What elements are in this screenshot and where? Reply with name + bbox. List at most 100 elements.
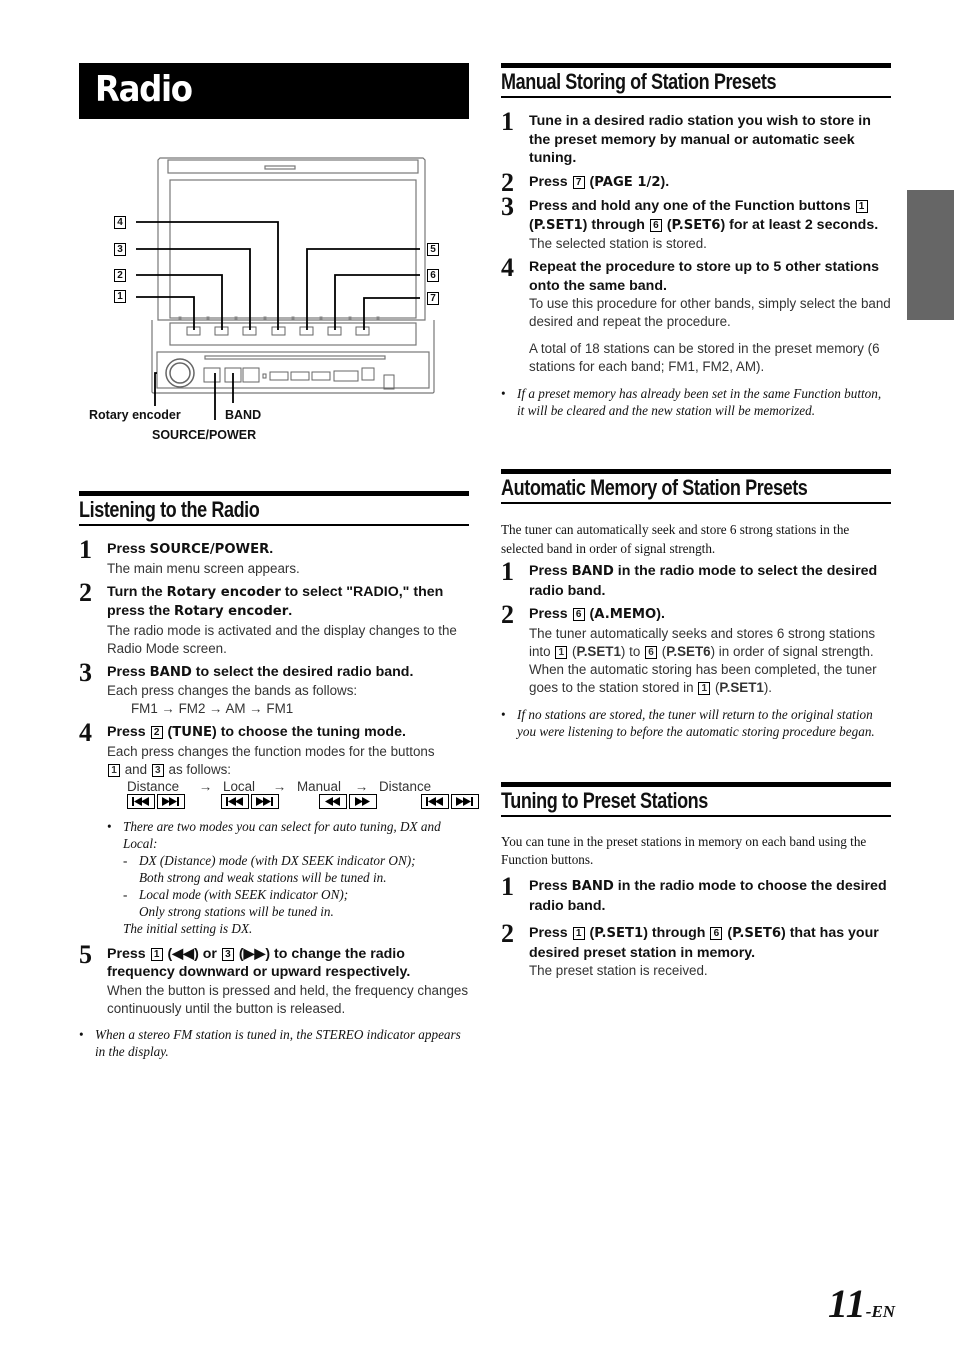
step-description: Each press changes the function modes fo…: [107, 743, 435, 777]
section-automatic-memory: Automatic Memory of Station Presets The …: [501, 469, 891, 740]
seek-prev-icon: [421, 793, 449, 809]
seek-next-icon: [157, 793, 185, 809]
step-instruction: Press BAND to select the desired radio b…: [107, 663, 414, 680]
step-instruction: Press SOURCE/POWER.: [107, 541, 274, 557]
section-heading: Tuning to Preset Stations: [501, 782, 891, 817]
key-1: 1: [572, 927, 585, 940]
band-sequence: FM1 → FM2 → AM → FM1: [131, 701, 294, 716]
seek-prev-icon: [221, 793, 249, 809]
step-5: 5 Press 1 (◀◀) or 3 (▶▶) to change the r…: [79, 940, 469, 1018]
manual-icons: [319, 793, 379, 809]
callout-6: 6: [427, 269, 439, 282]
step-number: 1: [501, 107, 514, 136]
unit-slot: [264, 165, 296, 170]
step-2: 2 Turn the Rotary encoder to select "RAD…: [79, 578, 469, 658]
step-description: The main menu screen appears.: [107, 560, 300, 576]
cd-slot: [204, 355, 386, 360]
faceplate: [156, 351, 430, 389]
step-description: To use this procedure for other bands, s…: [529, 296, 891, 329]
label-band: BAND: [225, 408, 262, 422]
key-3: 3: [221, 947, 234, 961]
step-4: 4 Repeat the procedure to store up to 5 …: [501, 253, 891, 376]
heading-text: Listening to the Radio: [79, 497, 260, 522]
arrow: →: [199, 778, 213, 794]
distance-icons: [127, 793, 187, 809]
tuning-mode-sequence: Distance → Local → Manual → Distance: [127, 779, 469, 794]
section-heading: Listening to the Radio: [79, 491, 469, 526]
step-description: When the button is pressed and held, the…: [107, 982, 469, 1016]
distance-icons: [421, 793, 481, 809]
seek-next-icon: [451, 793, 479, 809]
step-number: 2: [501, 919, 514, 948]
fast-forward-icon: [349, 793, 377, 809]
step-number: 5: [79, 939, 92, 969]
page-language-suffix: -EN: [865, 1302, 896, 1321]
page-title: Radio: [95, 69, 193, 110]
mode-distance: Distance: [127, 778, 180, 794]
seek-next-icon: [251, 793, 279, 809]
step-2: 2 Press 6 (A.MEMO). The tuner automatica…: [501, 600, 891, 697]
section-listening: Listening to the Radio 1 Press SOURCE/PO…: [79, 491, 479, 1060]
tuning-mode-icons: [127, 793, 479, 809]
mode-manual: Manual: [297, 778, 341, 794]
step-description: The radio mode is activated and the disp…: [107, 622, 457, 656]
label-rotary-encoder: Rotary encoder: [89, 408, 181, 422]
button-strip: [169, 322, 417, 346]
step-1: 1 Press BAND in the radio mode to choose…: [501, 872, 891, 915]
head-unit-diagram: [136, 157, 435, 420]
step-instruction: Repeat the procedure to store up to 5 ot…: [529, 259, 880, 294]
unit-top-frame: [157, 157, 426, 321]
section-tuning-presets: Tuning to Preset Stations You can tune i…: [501, 782, 891, 980]
key-3: 3: [151, 763, 164, 777]
callout-2: 2: [114, 269, 126, 282]
step-instruction: Press 2 (TUNE) to choose the tuning mode…: [107, 724, 406, 740]
arrow: →: [273, 778, 287, 794]
section-intro: The tuner can automatically seek and sto…: [501, 522, 850, 556]
step-1: 1 Press BAND in the radio mode to select…: [501, 557, 891, 600]
step-instruction: Tune in a desired radio station you wish…: [529, 113, 871, 166]
section-heading: Manual Storing of Station Presets: [501, 63, 891, 98]
step-number: 3: [501, 192, 514, 221]
callout-lines: [136, 221, 420, 420]
step-instruction: Press BAND in the radio mode to choose t…: [529, 878, 887, 914]
step-3: 3 Press and hold any one of the Function…: [501, 192, 891, 253]
step-instruction: Press 6 (A.MEMO).: [529, 606, 665, 622]
step-number: 4: [501, 253, 514, 282]
heading-text: Manual Storing of Station Presets: [501, 69, 777, 94]
step-2: 2 Press 1 (P.SET1) through 6 (P.SET6) th…: [501, 919, 891, 980]
callout-7: 7: [427, 292, 439, 305]
local-mode-item: Local mode (with SEEK indicator ON);Only…: [123, 886, 469, 920]
step-number: 1: [79, 535, 92, 564]
step-number: 2: [501, 600, 514, 629]
tuning-note: There are two modes you can select for a…: [107, 818, 469, 937]
step-1: 1 Tune in a desired radio station you wi…: [501, 107, 891, 168]
step-1: 1 Press SOURCE/POWER. The main menu scre…: [79, 535, 469, 578]
page-number-value: 11: [828, 1281, 866, 1326]
page-number: 11-EN: [828, 1280, 895, 1327]
step-description-total: A total of 18 stations can be stored in …: [529, 341, 880, 374]
step-number: 3: [79, 657, 92, 687]
callout-5: 5: [427, 243, 439, 256]
stereo-note: When a stereo FM station is tuned in, th…: [79, 1026, 469, 1060]
step-instruction: Turn the Rotary encoder to select "RADIO…: [107, 583, 444, 620]
step-description: Each press changes the bands as follows:: [107, 683, 358, 698]
key-6: 6: [710, 927, 723, 940]
step-instruction: Press 7 (PAGE 1/2).: [529, 173, 670, 190]
mode-distance: Distance: [379, 778, 432, 794]
step-number: 1: [501, 557, 514, 586]
step-description: The preset station is received.: [529, 963, 708, 978]
key-1: 1: [855, 200, 868, 213]
key-1: 1: [108, 763, 120, 777]
step-instruction: Press BAND in the radio mode to select t…: [529, 563, 878, 599]
key-1: 1: [150, 947, 163, 961]
key-6: 6: [649, 218, 662, 232]
key-7: 7: [572, 175, 585, 189]
key-2: 2: [150, 726, 163, 739]
rotary-knob: [165, 358, 195, 388]
step-4: 4 Press 2 (TUNE) to choose the tuning mo…: [79, 718, 479, 937]
local-icons: [221, 793, 281, 809]
section-heading: Automatic Memory of Station Presets: [501, 469, 891, 504]
heading-text: Tuning to Preset Stations: [501, 788, 708, 813]
arrow: →: [355, 778, 369, 794]
dx-mode-item: DX (Distance) mode (with DX SEEK indicat…: [123, 852, 469, 886]
